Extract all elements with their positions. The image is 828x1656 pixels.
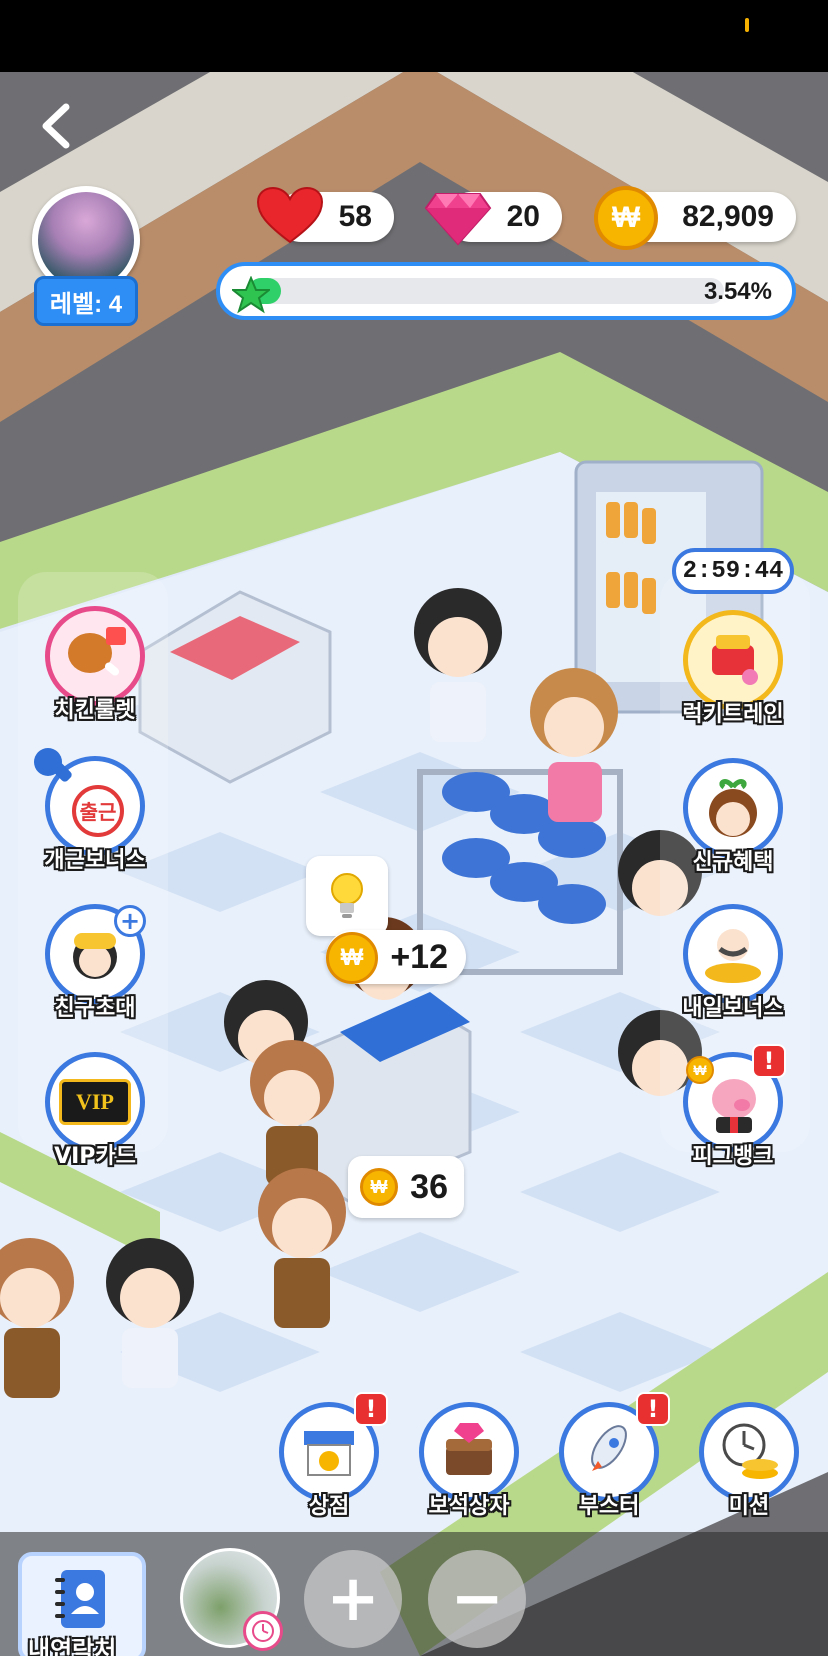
- earn-popup-value: +12: [390, 937, 448, 976]
- photo-album-button[interactable]: [180, 1548, 283, 1651]
- mission-label: 미션: [728, 1494, 770, 1519]
- tomorrow-bonus-label: 내일보너스: [682, 996, 784, 1021]
- attendance-bonus-label: 개근보너스: [44, 848, 146, 873]
- lucky-train-button[interactable]: 럭키트레인: [678, 610, 788, 740]
- vip-card-icon: VIP: [45, 1052, 145, 1152]
- gem-chest-label: 보석상자: [428, 1494, 510, 1519]
- back-button[interactable]: [30, 96, 80, 156]
- zoom-out-button[interactable]: −: [428, 1550, 526, 1648]
- booster-alert-badge: !: [636, 1392, 670, 1426]
- friend-invite-icon: +: [45, 904, 146, 1004]
- star-icon: [232, 276, 270, 314]
- status-indicator: [745, 18, 749, 32]
- shop-alert-badge: !: [354, 1392, 388, 1426]
- chevron-left-icon: [42, 103, 70, 149]
- lightbulb-icon: [331, 873, 363, 918]
- chicken-roulette-label: 치킨룰렛: [54, 698, 136, 723]
- piggy-coin-icon: ₩: [686, 1056, 714, 1084]
- gems-value: 20: [506, 200, 540, 233]
- shop-label: 상점: [308, 1494, 350, 1519]
- coins-value: 82,909: [682, 200, 774, 233]
- counter-coin-icon: ₩: [360, 1168, 398, 1206]
- piggy-bank-label: 피그뱅크: [692, 1144, 774, 1169]
- zoom-out-icon: −: [450, 1562, 504, 1636]
- friend-invite-button[interactable]: + 친구초대: [40, 904, 150, 1034]
- progress-track: [248, 278, 724, 304]
- lucky-train-icon: [683, 610, 783, 710]
- stamp-handle-icon: [34, 748, 72, 782]
- new-benefit-label: 신규혜택: [692, 850, 774, 875]
- booster-label: 부스터: [578, 1494, 640, 1519]
- coin-icon: ₩: [594, 186, 658, 250]
- gem-icon: [424, 193, 492, 246]
- status-bar: [0, 0, 828, 72]
- piggy-bank-alert-badge: !: [752, 1044, 786, 1078]
- clock-icon: [243, 1611, 283, 1651]
- friend-invite-label: 친구초대: [54, 996, 136, 1021]
- my-contacts-label: 내연락처: [28, 1636, 117, 1656]
- stamp-text: 출근: [80, 800, 117, 824]
- vip-card-label: VIP카드: [54, 1144, 136, 1169]
- zoom-in-button[interactable]: +: [304, 1550, 402, 1648]
- new-benefit-icon: [683, 758, 783, 858]
- hearts-value: 58: [338, 200, 372, 233]
- lucky-train-timer: 2:59:44: [672, 548, 794, 594]
- heart-icon: [256, 186, 324, 244]
- piggy-coin-symbol: ₩: [693, 1062, 707, 1078]
- level-progress-bar: 3.54%: [216, 262, 796, 320]
- counter-coins-value: 36: [410, 1167, 448, 1206]
- contacts-book-icon: [55, 1570, 105, 1628]
- vip-card-button[interactable]: VIP VIP카드: [40, 1052, 150, 1182]
- mission-clock-icon: [699, 1402, 799, 1502]
- chicken-roulette-icon: [45, 606, 145, 706]
- tomorrow-bonus-button[interactable]: 내일보너스: [678, 904, 788, 1034]
- earn-coin-symbol: ₩: [340, 944, 364, 971]
- gem-chest-button[interactable]: 보석상자: [414, 1402, 524, 1532]
- level-badge: 레벨: 4: [34, 276, 138, 326]
- counter-coin-symbol: ₩: [370, 1176, 388, 1197]
- mission-button[interactable]: 미션: [694, 1402, 804, 1532]
- vip-card-text: VIP: [59, 1079, 131, 1125]
- add-friend-icon: +: [114, 905, 146, 937]
- zoom-in-icon: +: [326, 1562, 380, 1636]
- gem-chest-icon: [419, 1402, 519, 1502]
- progress-percent: 3.54%: [703, 278, 772, 305]
- lucky-train-label: 럭키트레인: [682, 702, 784, 727]
- earn-coin-icon: ₩: [326, 932, 378, 984]
- coin-symbol: ₩: [611, 201, 641, 234]
- idea-card[interactable]: [306, 856, 388, 936]
- tomorrow-bonus-icon: [683, 904, 783, 1004]
- chicken-roulette-button[interactable]: 치킨룰렛: [40, 606, 150, 736]
- new-benefit-button[interactable]: 신규혜택: [678, 758, 788, 888]
